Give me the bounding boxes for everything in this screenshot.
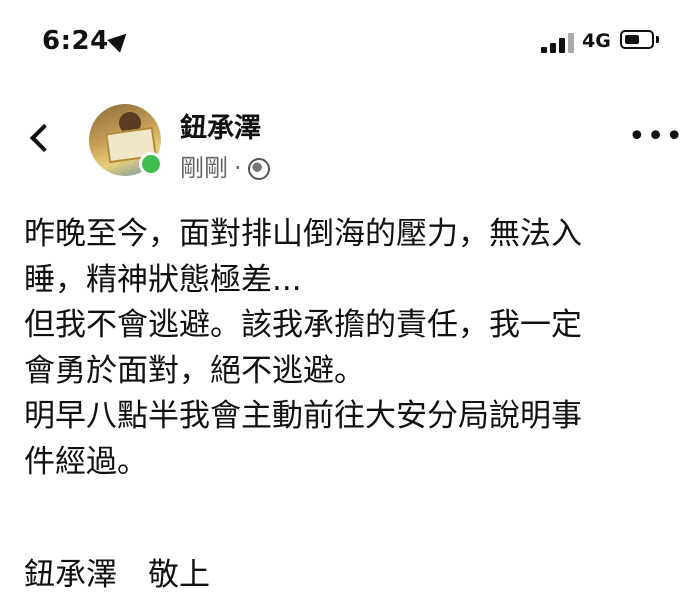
post-timestamp[interactable]: 剛剛	[180, 154, 228, 182]
online-status-dot	[139, 152, 163, 176]
battery-icon	[620, 30, 654, 49]
post-line: 睡，精神狀態極差...	[24, 261, 302, 298]
post-meta: 剛剛 ·	[180, 148, 270, 183]
network-type: 4G	[582, 30, 611, 52]
post-line: 明早八點半我會主動前往大安分局說明事	[24, 398, 582, 434]
author-name[interactable]: 鈕承澤	[180, 106, 261, 145]
location-arrow-icon	[107, 27, 133, 53]
signal-strength-icon	[541, 33, 575, 53]
post-body: 昨晚至今，面對排山倒海的壓力，無法入 睡，精神狀態極差... 但我不會逃避。該我…	[24, 212, 674, 599]
post-header: 鈕承澤 剛剛 · •••	[0, 92, 690, 192]
meta-separator: ·	[234, 154, 242, 182]
more-options-icon[interactable]: •••	[628, 122, 684, 152]
post-line: 但我不會逃避。該我承擔的責任，我一定	[24, 307, 582, 343]
back-chevron-icon[interactable]	[29, 123, 59, 153]
public-globe-icon	[247, 158, 270, 180]
post-signature: 鈕承澤 敬上	[24, 557, 210, 593]
status-bar: 6:24 4G	[0, 0, 690, 80]
clock-time: 6:24	[42, 26, 109, 56]
battery-tip	[656, 36, 659, 43]
post-line: 件經過。	[24, 443, 148, 480]
post-line: 昨晚至今，面對排山倒海的壓力，無法入	[24, 216, 582, 252]
post-line: 會勇於面對，絕不逃避。	[24, 352, 365, 389]
